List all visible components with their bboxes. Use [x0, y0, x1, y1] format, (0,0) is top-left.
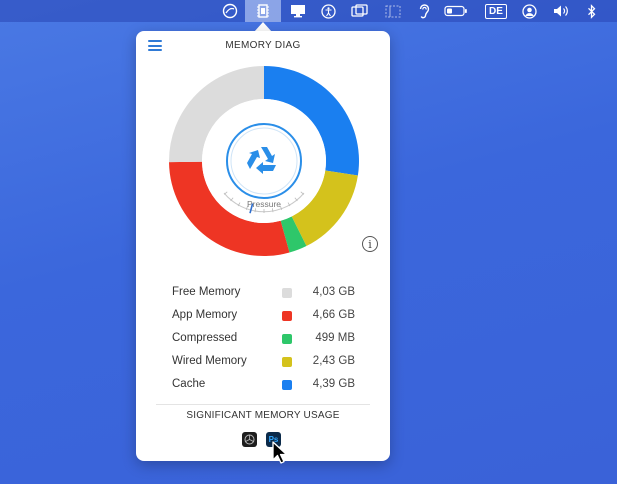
info-icon[interactable]: i [362, 236, 378, 252]
hearing-icon[interactable] [409, 0, 439, 22]
mouse-cursor-icon [272, 441, 288, 464]
memory-diag-popover: MEMORY DIAG Pressure i Free Memory 4,03 G… [136, 31, 390, 461]
legend-row: Free Memory 4,03 GB [172, 283, 356, 306]
keyboard-layout-label: DE [485, 3, 507, 19]
battery-icon[interactable] [441, 0, 471, 22]
user-icon[interactable] [514, 0, 544, 22]
legend-swatch [282, 380, 292, 390]
popover-title: MEMORY DIAG [225, 40, 301, 51]
display-icon[interactable] [283, 0, 313, 22]
legend-value: 4,66 GB [312, 309, 355, 321]
significant-usage-title: SIGNIFICANT MEMORY USAGE [186, 410, 340, 421]
legend-label: Compressed [172, 332, 238, 344]
legend-label: Free Memory [172, 286, 241, 298]
accessibility-icon[interactable] [313, 0, 343, 22]
bluetooth-icon[interactable] [577, 0, 607, 22]
memory-donut-chart: Pressure [169, 66, 359, 256]
volume-icon[interactable] [547, 0, 577, 22]
legend-row: App Memory 4,66 GB [172, 306, 356, 329]
legend-label: Cache [172, 378, 206, 390]
legend-row: Wired Memory 2,43 GB [172, 352, 356, 375]
aperture-app-icon[interactable] [242, 432, 257, 447]
legend-swatch [282, 288, 292, 298]
window-icon[interactable] [344, 0, 374, 22]
legend-value: 2,43 GB [312, 355, 355, 367]
legend-value: 499 MB [315, 332, 355, 344]
legend-row: Cache 4,39 GB [172, 375, 356, 398]
legend-value: 4,39 GB [312, 378, 355, 390]
memory-chip-icon[interactable] [245, 0, 281, 22]
legend-swatch [282, 357, 292, 367]
legend-swatch [282, 334, 292, 344]
legend-row: Compressed 499 MB [172, 329, 356, 352]
menu-bar: DE [0, 0, 617, 22]
legend-label: App Memory [172, 309, 238, 321]
legend-label: Wired Memory [172, 355, 247, 367]
keyboard-layout-icon[interactable]: DE [481, 0, 511, 22]
legend-value: 4,03 GB [312, 286, 355, 298]
weather-icon[interactable] [215, 0, 245, 22]
sidebar-icon[interactable] [378, 0, 408, 22]
section-divider [156, 404, 370, 405]
memory-legend: Free Memory 4,03 GB App Memory 4,66 GB Compr… [172, 283, 356, 398]
purge-button[interactable] [226, 123, 302, 199]
legend-swatch [282, 311, 292, 321]
